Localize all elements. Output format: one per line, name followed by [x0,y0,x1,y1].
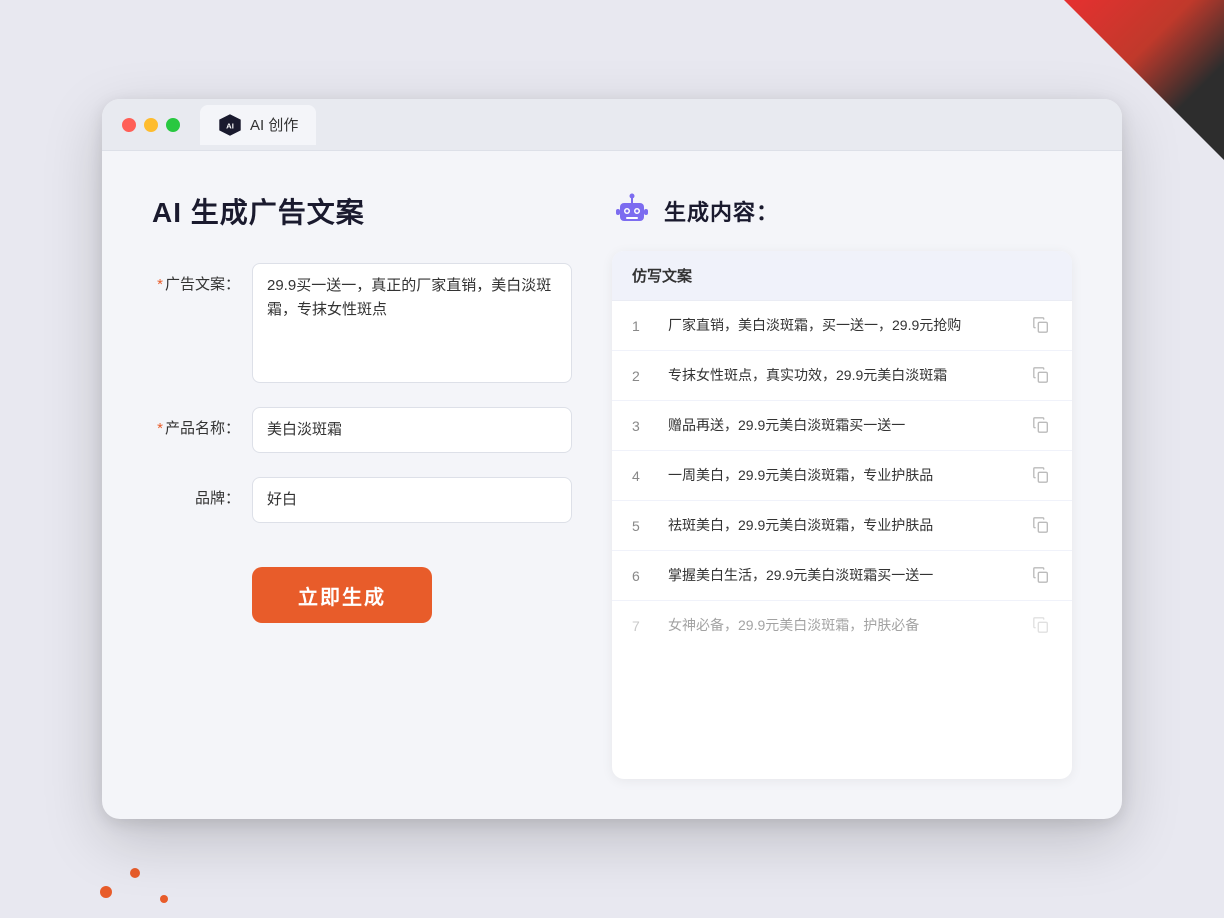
required-star-product: * [157,420,163,437]
result-row: 4 一周美白，29.9元美白淡斑霜，专业护肤品 [612,451,1072,501]
ai-tab[interactable]: AI AI 创作 [200,105,316,145]
results-header: 仿写文案 [612,251,1072,301]
svg-text:AI: AI [226,121,234,130]
ad-copy-row: *广告文案： 29.9买一送一，真正的厂家直销，美白淡斑霜，专抹女性斑点 [152,263,572,383]
page-title: AI 生成广告文案 [152,191,572,231]
result-text: 女神必备，29.9元美白淡斑霜，护肤必备 [668,615,1016,636]
result-number: 4 [632,468,652,484]
result-number: 6 [632,568,652,584]
result-number: 5 [632,518,652,534]
result-row: 3 赠品再送，29.9元美白淡斑霜买一送一 [612,401,1072,451]
traffic-lights [122,118,180,132]
result-number: 2 [632,368,652,384]
copy-icon[interactable] [1032,616,1052,636]
ai-tab-icon: AI [218,113,242,137]
result-number: 1 [632,318,652,334]
result-row: 6 掌握美白生活，29.9元美白淡斑霜买一送一 [612,551,1072,601]
generate-button[interactable]: 立即生成 [252,567,432,623]
title-bar: AI AI 创作 [102,99,1122,151]
dot-decoration-3 [160,895,168,903]
ad-copy-label: *广告文案： [152,263,252,294]
tab-title: AI 创作 [250,114,298,135]
result-row: 7 女神必备，29.9元美白淡斑霜，护肤必备 [612,601,1072,650]
minimize-button[interactable] [144,118,158,132]
product-name-row: *产品名称： [152,407,572,453]
results-list: 1 厂家直销，美白淡斑霜，买一送一，29.9元抢购 2 专抹女性斑点，真实功效，29… [612,301,1072,650]
left-panel: AI 生成广告文案 *广告文案： 29.9买一送一，真正的厂家直销，美白淡斑霜，… [152,191,572,779]
copy-icon[interactable] [1032,566,1052,586]
right-title: 生成内容： [664,195,779,227]
copy-icon[interactable] [1032,516,1052,536]
robot-icon [612,191,652,231]
copy-icon[interactable] [1032,366,1052,386]
maximize-button[interactable] [166,118,180,132]
result-text: 一周美白，29.9元美白淡斑霜，专业护肤品 [668,465,1016,486]
copy-icon[interactable] [1032,466,1052,486]
dot-decoration-1 [100,886,112,898]
copy-icon[interactable] [1032,416,1052,436]
result-row: 5 祛斑美白，29.9元美白淡斑霜，专业护肤品 [612,501,1072,551]
ad-copy-input[interactable]: 29.9买一送一，真正的厂家直销，美白淡斑霜，专抹女性斑点 [252,263,572,383]
brand-row: 品牌： [152,477,572,523]
results-area: 仿写文案 1 厂家直销，美白淡斑霜，买一送一，29.9元抢购 2 专抹女性斑点，真实… [612,251,1072,779]
dot-decoration-2 [130,868,140,878]
result-text: 赠品再送，29.9元美白淡斑霜买一送一 [668,415,1016,436]
result-text: 祛斑美白，29.9元美白淡斑霜，专业护肤品 [668,515,1016,536]
right-panel: 生成内容： 仿写文案 1 厂家直销，美白淡斑霜，买一送一，29.9元抢购 2 专抹女… [612,191,1072,779]
required-star-ad: * [157,276,163,293]
result-number: 3 [632,418,652,434]
right-header: 生成内容： [612,191,1072,231]
close-button[interactable] [122,118,136,132]
product-name-label: *产品名称： [152,407,252,438]
result-text: 厂家直销，美白淡斑霜，买一送一，29.9元抢购 [668,315,1016,336]
copy-icon[interactable] [1032,316,1052,336]
browser-window: AI AI 创作 AI 生成广告文案 *广告文案： 29.9买一送一，真正的厂家… [102,99,1122,819]
result-row: 1 厂家直销，美白淡斑霜，买一送一，29.9元抢购 [612,301,1072,351]
brand-input[interactable] [252,477,572,523]
result-text: 掌握美白生活，29.9元美白淡斑霜买一送一 [668,565,1016,586]
result-number: 7 [632,618,652,634]
product-name-input[interactable] [252,407,572,453]
result-text: 专抹女性斑点，真实功效，29.9元美白淡斑霜 [668,365,1016,386]
brand-label: 品牌： [152,477,252,508]
main-content: AI 生成广告文案 *广告文案： 29.9买一送一，真正的厂家直销，美白淡斑霜，… [102,151,1122,819]
result-row: 2 专抹女性斑点，真实功效，29.9元美白淡斑霜 [612,351,1072,401]
